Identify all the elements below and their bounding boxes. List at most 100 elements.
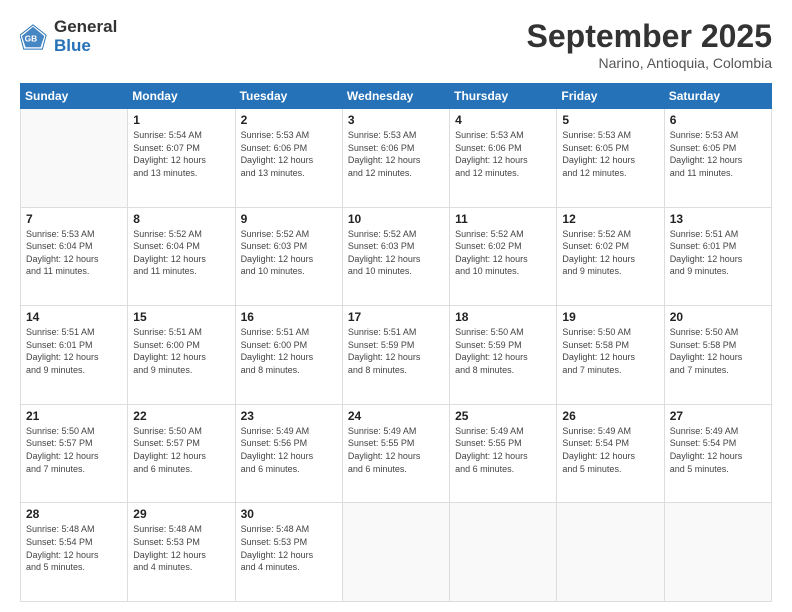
day-number: 9 (241, 212, 337, 226)
day-info: Sunrise: 5:53 AMSunset: 6:05 PMDaylight:… (670, 129, 766, 179)
day-number: 22 (133, 409, 229, 423)
table-row: 20Sunrise: 5:50 AMSunset: 5:58 PMDayligh… (664, 306, 771, 405)
logo: GB General Blue (20, 18, 117, 55)
day-info: Sunrise: 5:52 AMSunset: 6:04 PMDaylight:… (133, 228, 229, 278)
table-row: 4 Sunrise: 5:53 AMSunset: 6:06 PMDaylight… (450, 109, 557, 208)
day-number: 16 (241, 310, 337, 324)
day-info: Sunrise: 5:50 AMSunset: 5:59 PMDaylight:… (455, 326, 551, 376)
location-subtitle: Narino, Antioquia, Colombia (527, 55, 772, 71)
day-number: 18 (455, 310, 551, 324)
calendar-week-row: 1 Sunrise: 5:54 AMSunset: 6:07 PMDaylight… (21, 109, 772, 208)
table-row: 14 Sunrise: 5:51 AMSunset: 6:01 PMDayligh… (21, 306, 128, 405)
day-info: Sunrise: 5:49 AMSunset: 5:56 PMDaylight:… (241, 425, 337, 475)
svg-text:GB: GB (25, 33, 38, 43)
day-info: Sunrise: 5:53 AMSunset: 6:06 PMDaylight:… (241, 129, 337, 179)
day-number: 13 (670, 212, 766, 226)
th-monday: Monday (128, 84, 235, 109)
table-row: 7 Sunrise: 5:53 AMSunset: 6:04 PMDaylight… (21, 207, 128, 306)
th-tuesday: Tuesday (235, 84, 342, 109)
day-info: Sunrise: 5:53 AMSunset: 6:05 PMDaylight:… (562, 129, 658, 179)
day-number: 23 (241, 409, 337, 423)
table-row: 25Sunrise: 5:49 AMSunset: 5:55 PMDayligh… (450, 404, 557, 503)
page: GB General Blue September 2025 Narino, A… (0, 0, 792, 612)
logo-blue-text: Blue (54, 37, 117, 56)
day-info: Sunrise: 5:51 AMSunset: 6:01 PMDaylight:… (670, 228, 766, 278)
day-number: 5 (562, 113, 658, 127)
table-row (450, 503, 557, 602)
day-info: Sunrise: 5:52 AMSunset: 6:03 PMDaylight:… (241, 228, 337, 278)
day-info: Sunrise: 5:51 AMSunset: 6:00 PMDaylight:… (133, 326, 229, 376)
day-number: 3 (348, 113, 444, 127)
calendar-week-row: 28 Sunrise: 5:48 AMSunset: 5:54 PMDayligh… (21, 503, 772, 602)
day-number: 21 (26, 409, 122, 423)
day-number: 4 (455, 113, 551, 127)
day-number: 15 (133, 310, 229, 324)
day-info: Sunrise: 5:49 AMSunset: 5:54 PMDaylight:… (670, 425, 766, 475)
day-info: Sunrise: 5:51 AMSunset: 6:00 PMDaylight:… (241, 326, 337, 376)
day-info: Sunrise: 5:52 AMSunset: 6:02 PMDaylight:… (455, 228, 551, 278)
day-info: Sunrise: 5:50 AMSunset: 5:57 PMDaylight:… (133, 425, 229, 475)
table-row: 28 Sunrise: 5:48 AMSunset: 5:54 PMDayligh… (21, 503, 128, 602)
table-row: 5 Sunrise: 5:53 AMSunset: 6:05 PMDaylight… (557, 109, 664, 208)
calendar-week-row: 7 Sunrise: 5:53 AMSunset: 6:04 PMDaylight… (21, 207, 772, 306)
table-row: 18 Sunrise: 5:50 AMSunset: 5:59 PMDayligh… (450, 306, 557, 405)
th-saturday: Saturday (664, 84, 771, 109)
day-info: Sunrise: 5:50 AMSunset: 5:58 PMDaylight:… (562, 326, 658, 376)
table-row: 3Sunrise: 5:53 AMSunset: 6:06 PMDaylight… (342, 109, 449, 208)
table-row: 16 Sunrise: 5:51 AMSunset: 6:00 PMDayligh… (235, 306, 342, 405)
day-number: 14 (26, 310, 122, 324)
day-info: Sunrise: 5:54 AMSunset: 6:07 PMDaylight:… (133, 129, 229, 179)
table-row (664, 503, 771, 602)
table-row: 27 Sunrise: 5:49 AMSunset: 5:54 PMDayligh… (664, 404, 771, 503)
table-row: 23 Sunrise: 5:49 AMSunset: 5:56 PMDayligh… (235, 404, 342, 503)
table-row: 17 Sunrise: 5:51 AMSunset: 5:59 PMDayligh… (342, 306, 449, 405)
table-row: 2 Sunrise: 5:53 AMSunset: 6:06 PMDaylight… (235, 109, 342, 208)
day-info: Sunrise: 5:48 AMSunset: 5:53 PMDaylight:… (133, 523, 229, 573)
th-friday: Friday (557, 84, 664, 109)
table-row: 13 Sunrise: 5:51 AMSunset: 6:01 PMDayligh… (664, 207, 771, 306)
table-row: 11 Sunrise: 5:52 AMSunset: 6:02 PMDayligh… (450, 207, 557, 306)
day-info: Sunrise: 5:52 AMSunset: 6:03 PMDaylight:… (348, 228, 444, 278)
day-number: 12 (562, 212, 658, 226)
table-row: 10Sunrise: 5:52 AMSunset: 6:03 PMDayligh… (342, 207, 449, 306)
table-row: 9 Sunrise: 5:52 AMSunset: 6:03 PMDaylight… (235, 207, 342, 306)
day-info: Sunrise: 5:51 AMSunset: 5:59 PMDaylight:… (348, 326, 444, 376)
day-number: 2 (241, 113, 337, 127)
table-row: 30 Sunrise: 5:48 AMSunset: 5:53 PMDayligh… (235, 503, 342, 602)
day-number: 30 (241, 507, 337, 521)
table-row: 21Sunrise: 5:50 AMSunset: 5:57 PMDayligh… (21, 404, 128, 503)
day-info: Sunrise: 5:48 AMSunset: 5:54 PMDaylight:… (26, 523, 122, 573)
day-info: Sunrise: 5:53 AMSunset: 6:06 PMDaylight:… (455, 129, 551, 179)
day-number: 27 (670, 409, 766, 423)
day-info: Sunrise: 5:53 AMSunset: 6:04 PMDaylight:… (26, 228, 122, 278)
day-number: 1 (133, 113, 229, 127)
header: GB General Blue September 2025 Narino, A… (20, 18, 772, 71)
logo-icon: GB (20, 23, 48, 51)
calendar-week-row: 14 Sunrise: 5:51 AMSunset: 6:01 PMDayligh… (21, 306, 772, 405)
table-row: 19Sunrise: 5:50 AMSunset: 5:58 PMDayligh… (557, 306, 664, 405)
day-number: 29 (133, 507, 229, 521)
table-row: 8 Sunrise: 5:52 AMSunset: 6:04 PMDaylight… (128, 207, 235, 306)
calendar-table: Sunday Monday Tuesday Wednesday Thursday… (20, 83, 772, 602)
table-row (557, 503, 664, 602)
day-info: Sunrise: 5:50 AMSunset: 5:58 PMDaylight:… (670, 326, 766, 376)
day-number: 11 (455, 212, 551, 226)
day-number: 26 (562, 409, 658, 423)
month-title: September 2025 (527, 18, 772, 55)
day-number: 8 (133, 212, 229, 226)
table-row: 29 Sunrise: 5:48 AMSunset: 5:53 PMDayligh… (128, 503, 235, 602)
day-number: 28 (26, 507, 122, 521)
day-info: Sunrise: 5:49 AMSunset: 5:55 PMDaylight:… (348, 425, 444, 475)
day-info: Sunrise: 5:52 AMSunset: 6:02 PMDaylight:… (562, 228, 658, 278)
day-info: Sunrise: 5:48 AMSunset: 5:53 PMDaylight:… (241, 523, 337, 573)
day-info: Sunrise: 5:51 AMSunset: 6:01 PMDaylight:… (26, 326, 122, 376)
day-number: 7 (26, 212, 122, 226)
day-number: 25 (455, 409, 551, 423)
logo-general-text: General (54, 18, 117, 37)
table-row: 24Sunrise: 5:49 AMSunset: 5:55 PMDayligh… (342, 404, 449, 503)
day-number: 17 (348, 310, 444, 324)
th-wednesday: Wednesday (342, 84, 449, 109)
table-row: 22 Sunrise: 5:50 AMSunset: 5:57 PMDayligh… (128, 404, 235, 503)
th-thursday: Thursday (450, 84, 557, 109)
header-row: Sunday Monday Tuesday Wednesday Thursday… (21, 84, 772, 109)
